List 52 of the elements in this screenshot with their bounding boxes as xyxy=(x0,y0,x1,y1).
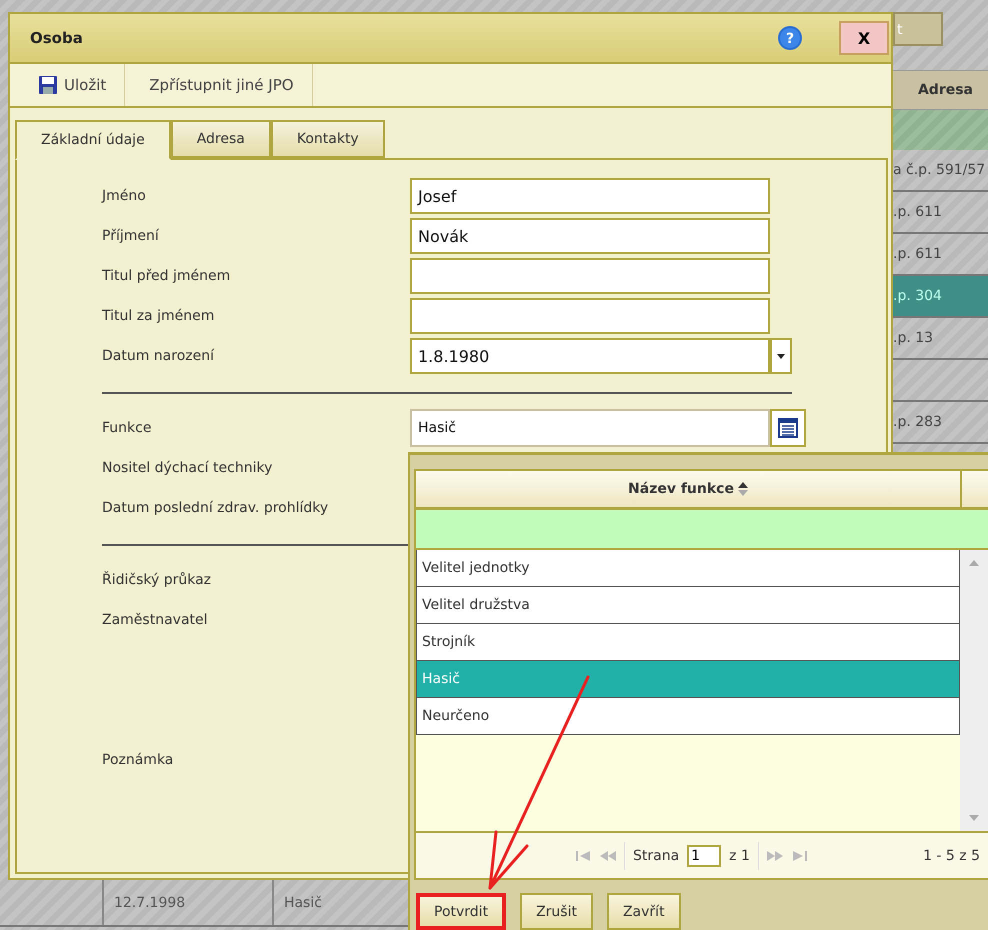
window-title: Osoba xyxy=(30,29,84,47)
field-label: Funkce xyxy=(102,420,152,436)
column-header: Adresa xyxy=(893,70,988,110)
first-page-icon xyxy=(576,850,592,860)
field-label: Titul před jménem xyxy=(102,268,232,284)
help-icon: ? xyxy=(777,25,803,51)
input-field[interactable] xyxy=(410,298,770,334)
page-label: Strana xyxy=(633,848,680,864)
tab[interactable]: Základní údaje xyxy=(15,120,171,160)
field-label: Řidičský průkaz xyxy=(102,572,212,588)
input-field[interactable]: Novák xyxy=(410,218,770,254)
tab[interactable]: Adresa xyxy=(170,120,271,158)
dialog-button[interactable]: Zavřít xyxy=(606,893,681,930)
table-cell: .p. 304 xyxy=(893,276,988,318)
date-field[interactable]: 1.8.1980 xyxy=(410,338,770,374)
scroll-down-icon xyxy=(969,815,979,821)
list-row[interactable]: Neurčeno xyxy=(416,698,960,735)
dialog-button[interactable]: Zrušit xyxy=(520,893,593,930)
table-icon xyxy=(778,418,798,438)
tab[interactable]: Kontakty xyxy=(270,120,385,158)
field-label: Zaměstnavatel xyxy=(102,612,209,628)
list-row[interactable]: Velitel družstva xyxy=(416,587,960,624)
field-label: Datum poslední zdrav. prohlídky xyxy=(102,500,330,516)
dropdown-button[interactable] xyxy=(770,338,792,374)
save-button[interactable]: Uložit xyxy=(10,64,126,106)
field-label: Příjmení xyxy=(102,228,160,244)
caret-icon xyxy=(777,354,785,358)
record-count: 1 - 5 z 5 xyxy=(923,848,980,864)
list-row[interactable]: Velitel jednotky xyxy=(416,550,960,587)
field-label: Poznámka xyxy=(102,752,174,768)
field-label: Nositel dýchací techniky xyxy=(102,460,274,476)
dialog-button[interactable]: Potvrdit xyxy=(416,893,506,930)
filter-row[interactable] xyxy=(416,510,988,550)
field-label: Jméno xyxy=(102,188,147,204)
input-field[interactable] xyxy=(410,258,770,294)
previous-page-icon xyxy=(600,850,616,860)
input-field[interactable]: Josef xyxy=(410,178,770,214)
field-label: Titul za jménem xyxy=(102,308,216,324)
close-button[interactable]: X xyxy=(839,21,889,55)
page-field[interactable]: 1 xyxy=(687,844,722,866)
field-label: Datum narození xyxy=(102,348,216,364)
list-row[interactable]: Strojník xyxy=(416,624,960,661)
lookup-field[interactable]: Hasič xyxy=(410,409,770,447)
scrollbar[interactable] xyxy=(960,550,988,831)
lookup-button[interactable] xyxy=(770,409,806,447)
page-count: z 1 xyxy=(729,848,750,864)
toolbar-button[interactable]: Zpřístupnit jiné JPO xyxy=(125,64,313,106)
next-page-icon xyxy=(766,850,783,860)
column-title: Název funkce xyxy=(628,481,734,497)
scroll-up-icon xyxy=(969,560,979,566)
last-page-icon xyxy=(790,850,807,860)
sort-icon xyxy=(738,482,748,496)
